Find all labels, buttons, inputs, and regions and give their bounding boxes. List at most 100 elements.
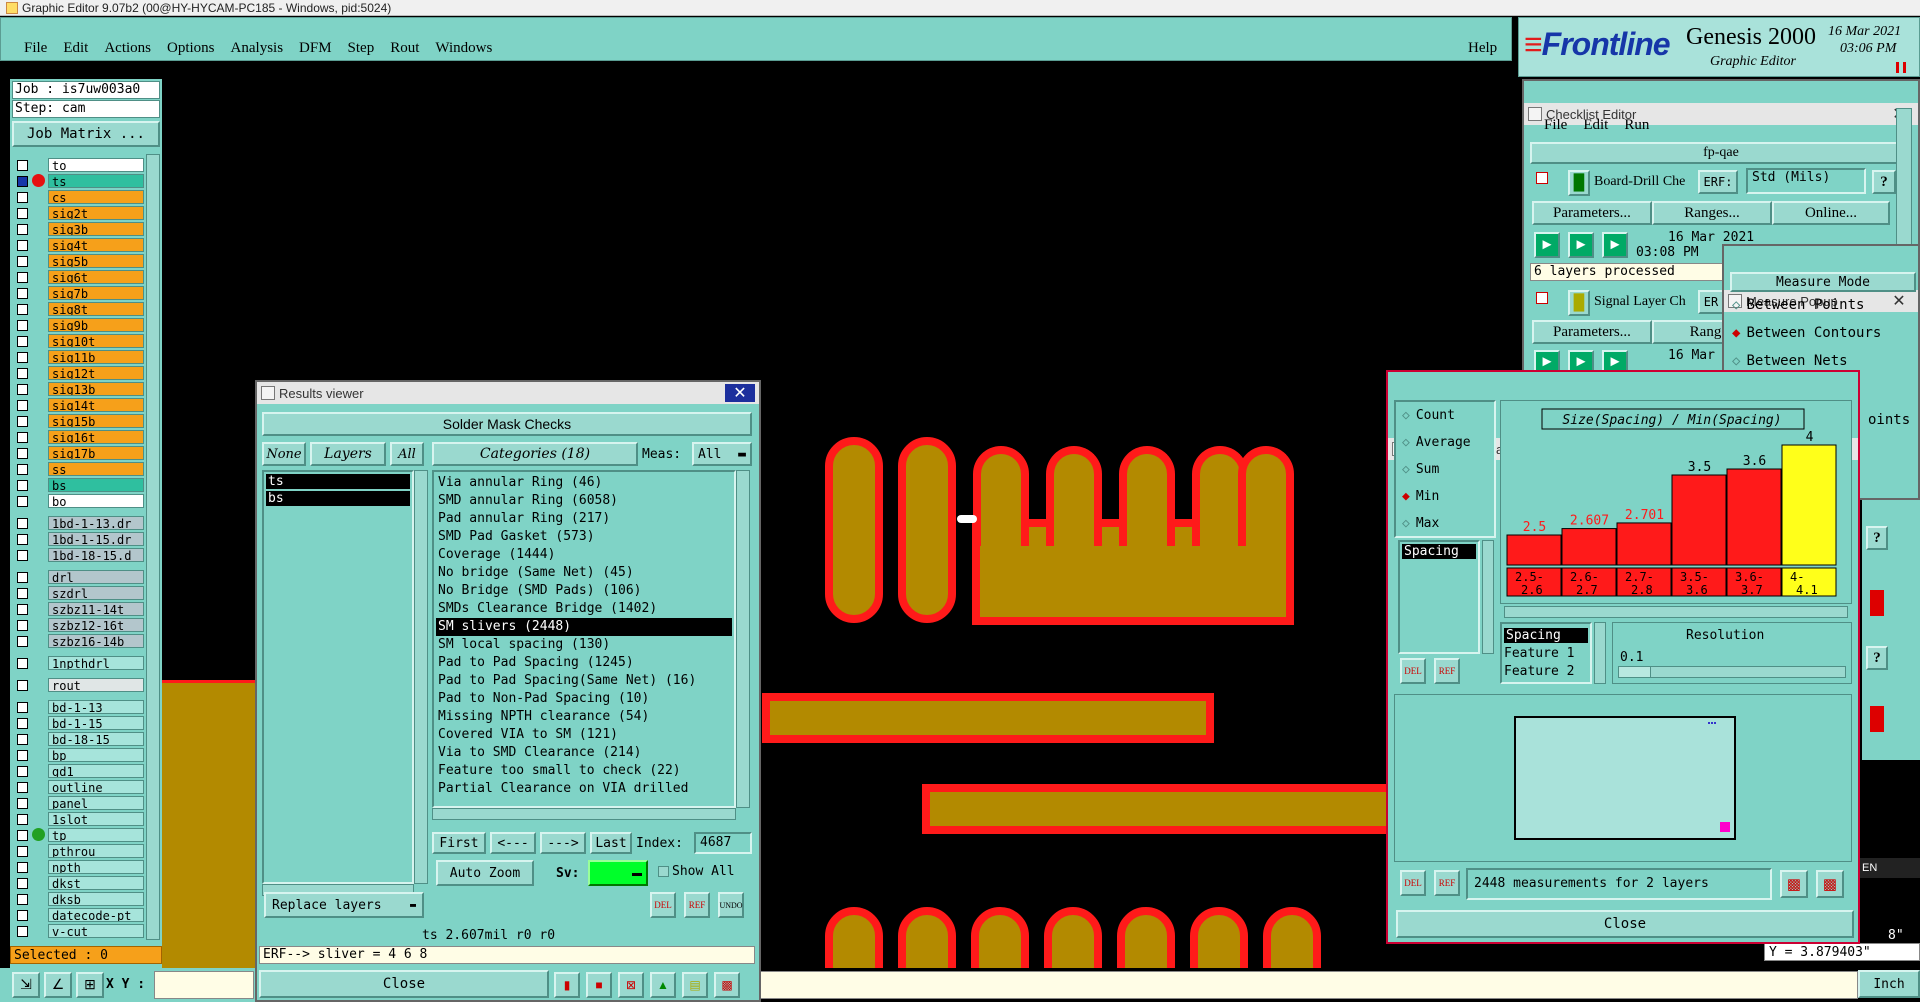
category-item[interactable]: Pad to Pad Spacing(Same Net) (16) bbox=[436, 672, 732, 690]
job-matrix-button[interactable]: Job Matrix ... bbox=[12, 121, 160, 147]
layer-checkbox[interactable] bbox=[17, 255, 28, 267]
menu-dfm[interactable]: DFM bbox=[299, 40, 332, 57]
layer-checkbox[interactable] bbox=[17, 549, 28, 561]
layer-row-to[interactable]: to bbox=[12, 157, 144, 173]
hist-delete-icon[interactable]: DEL bbox=[1400, 658, 1426, 684]
layer-name[interactable]: ss bbox=[48, 462, 144, 476]
layer-checkbox[interactable] bbox=[17, 335, 28, 347]
layer-name[interactable]: bo bbox=[48, 494, 144, 508]
layer-checkbox[interactable] bbox=[17, 845, 28, 857]
layer-checkbox[interactable] bbox=[17, 175, 28, 187]
layer-row-sig2t[interactable]: sig2t bbox=[12, 205, 144, 221]
check1-flag-icon[interactable] bbox=[1536, 172, 1548, 184]
menu-rout[interactable]: Rout bbox=[390, 40, 419, 57]
layer-checkbox[interactable] bbox=[17, 893, 28, 905]
layer-name[interactable]: sig16t bbox=[48, 430, 144, 444]
check1-erf-value[interactable]: Std (Mils) bbox=[1746, 168, 1866, 194]
rv-layers-tab[interactable]: Layers bbox=[310, 442, 386, 466]
check2-flag-icon[interactable] bbox=[1536, 292, 1548, 304]
layer-row-v-cut[interactable]: v-cut bbox=[12, 923, 144, 939]
stop-icon[interactable]: ■ bbox=[586, 972, 612, 998]
layer-name[interactable]: sig17b bbox=[48, 446, 144, 460]
check2-name[interactable]: Signal Layer Ch bbox=[1594, 294, 1686, 310]
hist-opt-average[interactable]: ◇ Average bbox=[1402, 435, 1471, 450]
layer-name[interactable]: sig14t bbox=[48, 398, 144, 412]
layer-name[interactable]: sig10t bbox=[48, 334, 144, 348]
layer-name[interactable]: bd-18-15 bbox=[48, 732, 144, 746]
rv-sv-select[interactable]: ▬ bbox=[588, 860, 648, 886]
rv-delete-icon[interactable]: DEL bbox=[650, 892, 676, 918]
unit-select[interactable]: Inch bbox=[1858, 970, 1920, 998]
layer-checkbox[interactable] bbox=[17, 717, 28, 729]
rv-all-button[interactable]: All bbox=[390, 442, 424, 466]
layer-name[interactable]: szbz11-14t bbox=[48, 602, 144, 616]
rv-last-button[interactable]: Last bbox=[590, 832, 632, 854]
grid-icon[interactable]: ⊠ bbox=[618, 972, 644, 998]
check2-ranges-button[interactable]: Range bbox=[1652, 320, 1732, 344]
layer-row-sig16t[interactable]: sig16t bbox=[12, 429, 144, 445]
layer-row-szbz11-14t[interactable]: szbz11-14t bbox=[12, 601, 144, 617]
report-icon[interactable]: ▤ bbox=[682, 972, 708, 998]
layer-name[interactable]: sig5b bbox=[48, 254, 144, 268]
rv-categories-button[interactable]: Categories (18) bbox=[432, 442, 638, 466]
histogram-bar[interactable] bbox=[1726, 468, 1782, 566]
category-item[interactable]: Pad to Pad Spacing (1245) bbox=[436, 654, 732, 672]
layer-row-bd-1-15[interactable]: bd-1-15 bbox=[12, 715, 144, 731]
layer-checkbox[interactable] bbox=[17, 207, 28, 219]
layer-row-outline[interactable]: outline bbox=[12, 779, 144, 795]
menu-options[interactable]: Options bbox=[167, 40, 215, 57]
hist-field-list[interactable]: Spacing bbox=[1398, 540, 1480, 654]
measure-tool-icon[interactable]: ∠ bbox=[44, 972, 72, 998]
layer-name[interactable]: bd-1-15 bbox=[48, 716, 144, 730]
layer-row-bd-1-13[interactable]: bd-1-13 bbox=[12, 699, 144, 715]
check2-parameters-button[interactable]: Parameters... bbox=[1532, 320, 1652, 344]
rv-layer-scrollbar[interactable] bbox=[414, 470, 428, 884]
rv-category-scrollbar[interactable] bbox=[736, 470, 750, 808]
layer-checkbox[interactable] bbox=[17, 765, 28, 777]
layer-row-1slot[interactable]: 1slot bbox=[12, 811, 144, 827]
layer-name[interactable]: bd-1-13 bbox=[48, 700, 144, 714]
histogram-icon[interactable]: ▩ bbox=[714, 972, 740, 998]
category-item[interactable]: SMD Pad Gasket (573) bbox=[436, 528, 732, 546]
menu-edit[interactable]: Edit bbox=[63, 40, 88, 57]
hist-feature-scrollbar[interactable] bbox=[1594, 622, 1606, 684]
hist-feature-spacing[interactable]: Spacing bbox=[1504, 628, 1588, 643]
slider-thumb[interactable] bbox=[1619, 667, 1651, 677]
hist-field-item[interactable]: Spacing bbox=[1402, 544, 1476, 559]
layer-row-sig8t[interactable]: sig8t bbox=[12, 301, 144, 317]
menu-analysis[interactable]: Analysis bbox=[231, 40, 284, 57]
layer-name[interactable]: sig9b bbox=[48, 318, 144, 332]
layer-row-sig15b[interactable]: sig15b bbox=[12, 413, 144, 429]
hist-opt-sum[interactable]: ◇ Sum bbox=[1402, 462, 1439, 477]
layer-row-npth[interactable]: npth bbox=[12, 859, 144, 875]
menu-step[interactable]: Step bbox=[348, 40, 375, 57]
layer-name[interactable]: sig8t bbox=[48, 302, 144, 316]
rv-index-input[interactable]: 4687 bbox=[694, 832, 752, 854]
layer-checkbox[interactable] bbox=[17, 191, 28, 203]
layer-name[interactable]: sig7b bbox=[48, 286, 144, 300]
layer-checkbox[interactable] bbox=[17, 303, 28, 315]
category-item[interactable]: SM slivers (2448) bbox=[436, 618, 732, 636]
layer-checkbox[interactable] bbox=[17, 603, 28, 615]
check1-online-button[interactable]: Online... bbox=[1772, 201, 1890, 225]
category-item[interactable]: SMDs Clearance Bridge (1402) bbox=[436, 600, 732, 618]
layer-checkbox[interactable] bbox=[17, 431, 28, 443]
layer-name[interactable]: sig13b bbox=[48, 382, 144, 396]
layer-name[interactable]: dkst bbox=[48, 876, 144, 890]
rv-prev-button[interactable]: <--- bbox=[490, 832, 536, 854]
hist-opt-count[interactable]: ◇ Count bbox=[1402, 408, 1455, 423]
run-icon-2[interactable]: ► bbox=[1568, 232, 1594, 258]
layer-checkbox[interactable] bbox=[17, 635, 28, 647]
help-icon[interactable]: ? bbox=[1866, 646, 1888, 670]
layer-checkbox[interactable] bbox=[17, 749, 28, 761]
layer-checkbox[interactable] bbox=[17, 399, 28, 411]
layer-name[interactable]: sig3b bbox=[48, 222, 144, 236]
layer-row-tp[interactable]: tp bbox=[12, 827, 144, 843]
rv-undo-icon[interactable]: UNDO bbox=[718, 892, 744, 918]
layer-checkbox[interactable] bbox=[17, 797, 28, 809]
layer-checkbox[interactable] bbox=[17, 463, 28, 475]
close-icon[interactable]: ✕ bbox=[725, 384, 755, 402]
category-item[interactable]: No bridge (Same Net) (45) bbox=[436, 564, 732, 582]
layer-row-szdrl[interactable]: szdrl bbox=[12, 585, 144, 601]
layer-row-sig9b[interactable]: sig9b bbox=[12, 317, 144, 333]
